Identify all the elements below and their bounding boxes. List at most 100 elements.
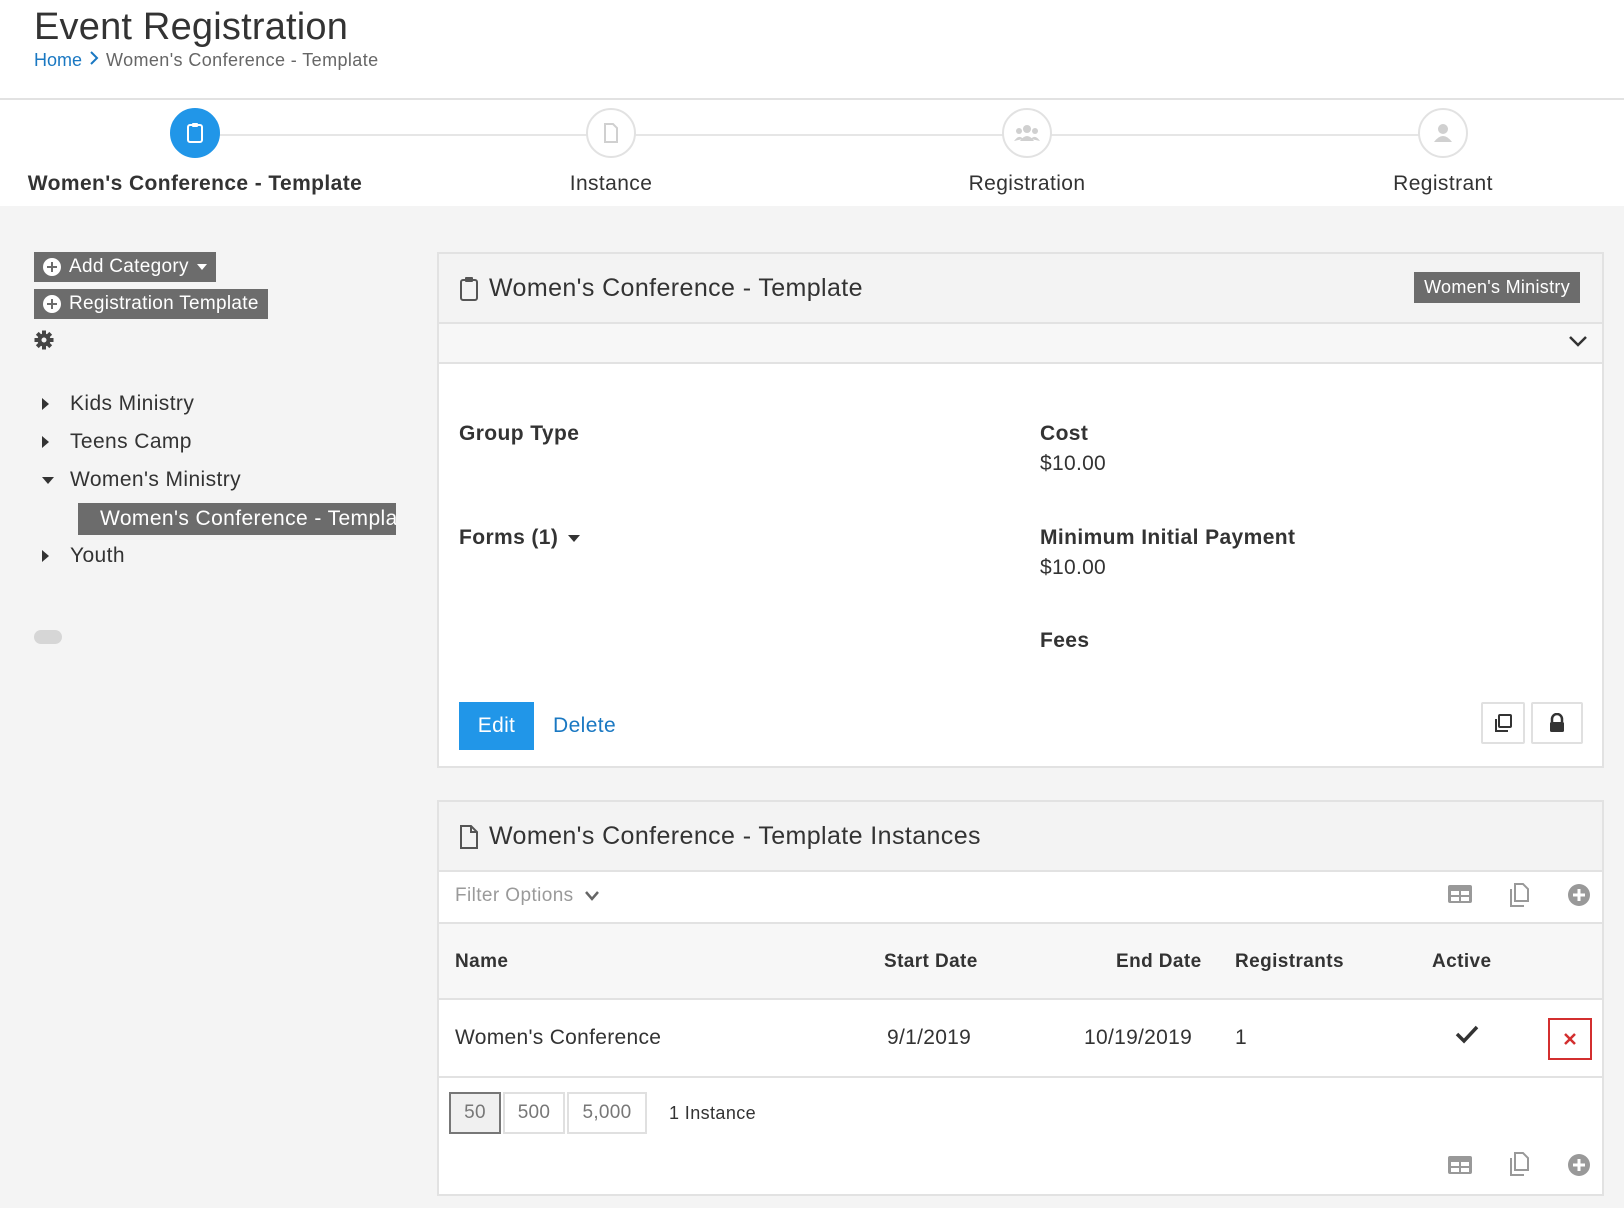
clipboard-icon — [459, 276, 479, 307]
grid-filter-bar: Filter Options — [439, 872, 1602, 924]
panel-title: Women's Conference - Template Instances — [489, 822, 981, 850]
add-registration-template-button[interactable]: Registration Template — [34, 289, 268, 319]
copy-icon[interactable] — [1509, 1152, 1529, 1181]
panel-drawer[interactable] — [439, 324, 1602, 364]
instance-count: 1 Instance — [669, 1102, 757, 1123]
add-category-button[interactable]: Add Category — [34, 252, 216, 282]
column-header-active[interactable]: Active — [1432, 951, 1491, 973]
delete-button[interactable]: Delete — [553, 702, 616, 750]
page-size-50[interactable]: 50 — [449, 1092, 501, 1134]
column-header-start-date[interactable]: Start Date — [884, 951, 978, 973]
users-icon — [1014, 125, 1040, 141]
caret-down-icon[interactable] — [40, 476, 70, 484]
registration-template-label: Registration Template — [69, 293, 259, 314]
column-header-end-date[interactable]: End Date — [1116, 951, 1202, 973]
toggle-switch[interactable] — [34, 630, 62, 644]
page-size-500[interactable]: 500 — [503, 1092, 565, 1134]
copy-button[interactable] — [1481, 702, 1525, 744]
table-icon[interactable] — [1447, 1154, 1473, 1181]
breadcrumb-current: Women's Conference - Template — [106, 50, 379, 70]
check-icon — [1455, 1024, 1479, 1050]
cost-value: $10.00 — [1040, 452, 1107, 475]
grid-header: Name Start Date End Date Registrants Act… — [439, 924, 1602, 1000]
gear-icon[interactable] — [34, 330, 54, 355]
edit-button[interactable]: Edit — [459, 702, 534, 750]
wizard-progress: Women's Conference - Template Instance R… — [0, 100, 1624, 206]
template-instances-panel: Women's Conference - Template Instances … — [437, 800, 1604, 1196]
tree-item-teens-camp[interactable]: Teens Camp — [40, 427, 192, 457]
wizard-step-template[interactable]: Women's Conference - Template — [0, 108, 395, 196]
copy-icon — [1495, 714, 1512, 732]
panel-header: Women's Conference - Template Instances — [439, 802, 1602, 872]
wizard-step-label: Registration — [968, 172, 1086, 195]
wizard-step-label: Instance — [569, 172, 653, 195]
tree-item-label: Kids Ministry — [70, 392, 195, 415]
plus-circle-icon — [43, 295, 61, 313]
group-type-label: Group Type — [459, 422, 580, 445]
page-header: Event Registration Home Women's Conferen… — [0, 0, 1624, 100]
min-payment-label: Minimum Initial Payment — [1040, 526, 1296, 549]
page-size-pager: 50 500 5,000 1 Instance — [449, 1092, 756, 1134]
cell-end-date: 10/19/2019 — [1084, 1026, 1193, 1049]
tree-item-womens-conference-template[interactable]: Women's Conference - Template — [78, 503, 396, 535]
caret-right-icon[interactable] — [40, 398, 70, 410]
add-circle-icon[interactable] — [1567, 1153, 1591, 1182]
wizard-step-circle — [170, 108, 220, 158]
template-detail-panel: Women's Conference - Template Women's Mi… — [437, 252, 1604, 768]
filter-options-toggle[interactable]: Filter Options — [455, 885, 600, 907]
wizard-step-registration[interactable]: Registration — [827, 108, 1227, 196]
breadcrumb: Home Women's Conference - Template — [34, 50, 379, 71]
column-header-registrants[interactable]: Registrants — [1235, 951, 1344, 973]
close-icon — [1564, 1033, 1576, 1045]
tree-item-womens-ministry[interactable]: Women's Ministry — [40, 465, 241, 495]
page-title: Event Registration — [34, 6, 349, 48]
chevron-down-icon — [584, 891, 599, 901]
page-size-5000[interactable]: 5,000 — [567, 1092, 647, 1134]
caret-down-icon — [196, 264, 207, 270]
wizard-step-circle — [1002, 108, 1052, 158]
chevron-down-icon[interactable] — [1568, 334, 1588, 353]
caret-right-icon[interactable] — [40, 550, 70, 562]
panel-title: Women's Conference - Template — [489, 274, 863, 302]
wizard-step-label: Registrant — [1393, 172, 1493, 195]
tree-item-label: Women's Ministry — [70, 468, 242, 491]
tree-item-label: Women's Conference - Template — [100, 507, 396, 530]
tree-item-label: Youth — [70, 544, 125, 567]
wizard-step-label: Women's Conference - Template — [27, 172, 363, 195]
user-icon — [1434, 124, 1452, 142]
file-icon — [604, 123, 618, 143]
add-circle-icon[interactable] — [1567, 883, 1591, 912]
plus-circle-icon — [43, 258, 61, 276]
table-icon[interactable] — [1447, 883, 1473, 910]
security-button[interactable] — [1531, 702, 1583, 744]
add-category-label: Add Category — [69, 256, 189, 277]
caret-right-icon[interactable] — [40, 436, 70, 448]
tree-item-youth[interactable]: Youth — [40, 541, 125, 571]
wizard-step-instance[interactable]: Instance — [411, 108, 811, 196]
wizard-step-circle — [1418, 108, 1468, 158]
file-icon — [459, 824, 479, 855]
wizard-step-registrant[interactable]: Registrant — [1243, 108, 1624, 196]
cell-name: Women's Conference — [455, 1026, 662, 1049]
min-payment-value: $10.00 — [1040, 556, 1107, 579]
table-row[interactable]: Women's Conference 9/1/2019 10/19/2019 1 — [439, 1000, 1602, 1078]
tree-item-label: Teens Camp — [70, 430, 192, 453]
column-header-name[interactable]: Name — [455, 951, 508, 973]
wizard-step-circle — [586, 108, 636, 158]
tree-item-kids-ministry[interactable]: Kids Ministry — [40, 389, 194, 419]
chevron-right-icon — [88, 51, 100, 70]
forms-dropdown[interactable]: Forms (1) — [459, 526, 581, 550]
panel-header: Women's Conference - Template Women's Mi… — [439, 254, 1602, 324]
copy-icon[interactable] — [1509, 883, 1529, 912]
caret-down-icon — [568, 534, 581, 542]
forms-label: Forms (1) — [459, 526, 559, 549]
category-badge: Women's Ministry — [1414, 272, 1580, 303]
delete-row-button[interactable] — [1548, 1018, 1592, 1060]
fees-label: Fees — [1040, 629, 1090, 652]
cell-registrants: 1 — [1235, 1026, 1247, 1049]
clipboard-icon — [187, 123, 203, 143]
breadcrumb-home-link[interactable]: Home — [34, 50, 82, 71]
filter-options-label: Filter Options — [455, 885, 574, 906]
cost-label: Cost — [1040, 422, 1089, 445]
lock-icon — [1550, 713, 1564, 732]
